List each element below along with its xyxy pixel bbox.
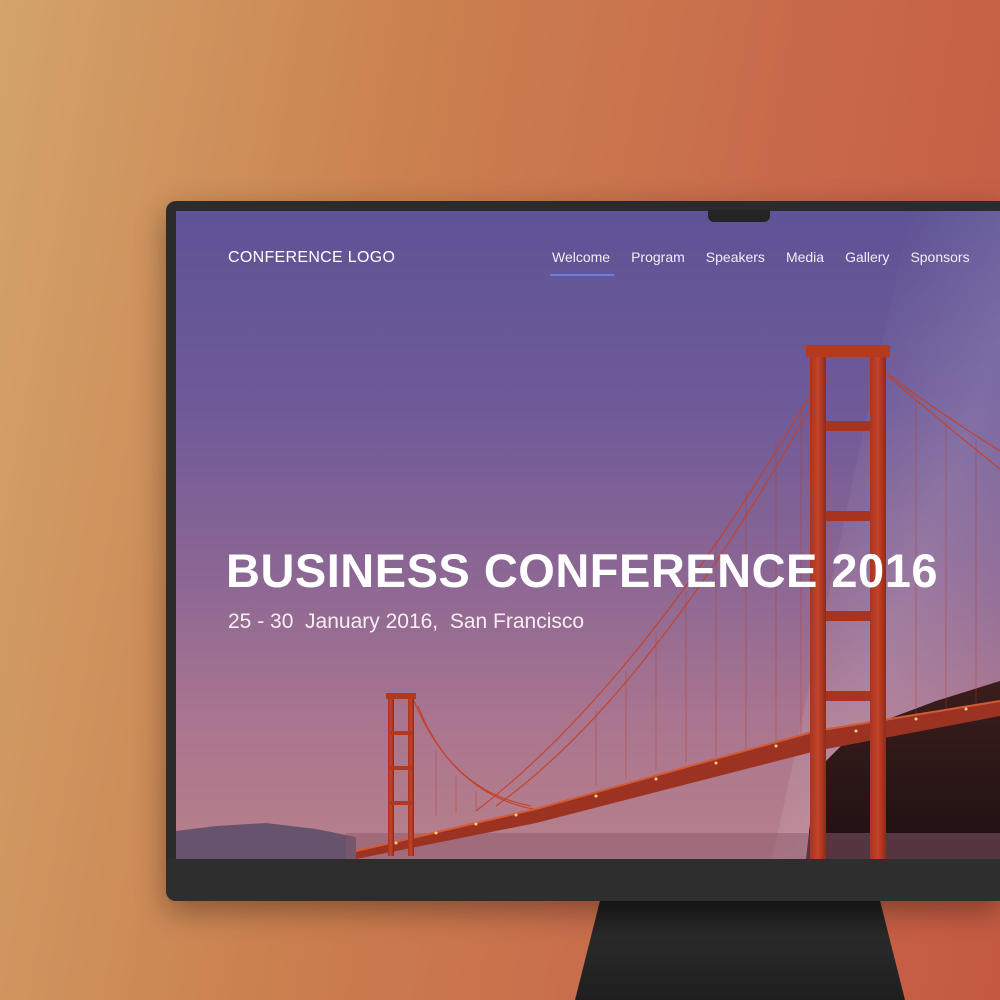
- site-header: CONFERENCE LOGO Welcome Program Speakers…: [176, 211, 1000, 301]
- golden-gate-bridge-image: [176, 345, 1000, 859]
- hero-title: BUSINESS CONFERENCE 2016: [226, 544, 938, 597]
- nav-item-program[interactable]: Program: [631, 249, 685, 265]
- monitor-screen: CONFERENCE LOGO Welcome Program Speakers…: [176, 211, 1000, 859]
- monitor-stand: [575, 895, 905, 1000]
- nav-item-sponsors[interactable]: Sponsors: [910, 249, 969, 265]
- nav-item-media[interactable]: Media: [786, 249, 824, 265]
- conference-logo[interactable]: CONFERENCE LOGO: [228, 249, 395, 267]
- nav-item-welcome[interactable]: Welcome: [549, 249, 615, 276]
- nav-item-speakers[interactable]: Speakers: [706, 249, 765, 265]
- main-navigation: Welcome Program Speakers Media Gallery S…: [549, 249, 991, 276]
- desktop-monitor: CONFERENCE LOGO Welcome Program Speakers…: [166, 201, 1000, 901]
- hero-subtitle: 25 - 30 January 2016, San Francisco: [228, 610, 585, 633]
- nav-item-gallery[interactable]: Gallery: [845, 249, 889, 265]
- monitor-chin: [166, 859, 1000, 901]
